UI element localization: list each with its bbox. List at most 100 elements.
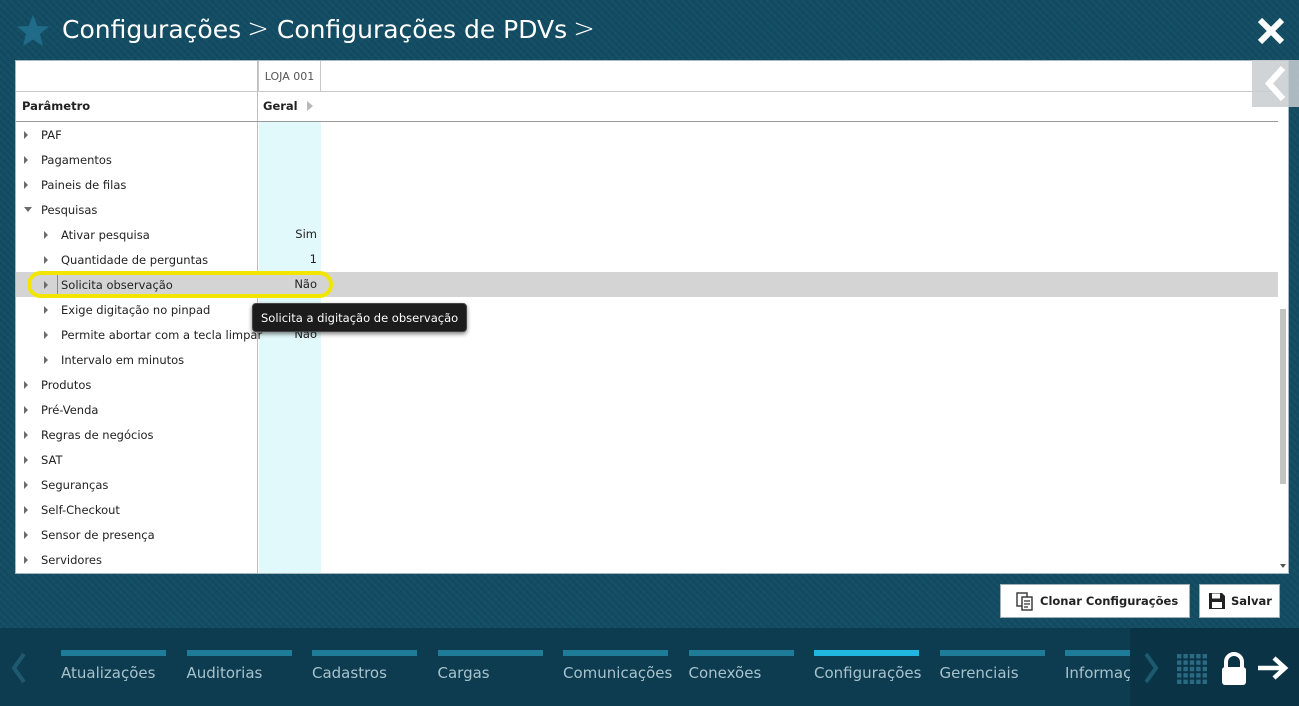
nav-item-bar [563,650,668,656]
row-label: Servidores [41,553,102,567]
collapsed-triangle-icon[interactable] [24,131,28,139]
nav-item-label: Informações [1065,664,1130,682]
star-icon[interactable] [16,14,50,48]
geral-column-header[interactable]: Geral [263,99,313,113]
row-label: Pagamentos [41,153,112,167]
top-header: Configurações > Configurações de PDVs > [0,0,1299,60]
table-row[interactable]: Paineis de filas [16,172,1278,197]
parameters-panel: LOJA 001 Parâmetro Geral PAF Pagamentos Pa… [15,60,1289,574]
nav-item[interactable]: Configurações [814,650,922,690]
collapsed-triangle-icon[interactable] [44,306,48,314]
nav-tools [1130,628,1299,706]
row-label: SAT [41,453,63,467]
table-row[interactable]: Regras de negócios [16,422,1278,447]
table-row[interactable]: Ativar pesquisa Sim [16,222,1278,247]
row-label: Self-Checkout [41,503,120,517]
row-label: Paineis de filas [41,178,127,192]
nav-item-label: Auditorias [186,664,263,682]
row-label: PAF [41,128,62,142]
nav-item-label: Comunicações [563,664,673,682]
scroll-down-icon[interactable] [1280,564,1286,568]
nav-item-bar [939,650,1045,656]
save-icon [1209,593,1225,609]
row-label: Sensor de presença [41,528,155,542]
collapsed-triangle-icon[interactable] [24,531,28,539]
nav-items: Atualizações Auditorias Cadastros Cargas Com… [55,628,1130,706]
nav-item-label: Atualizações [61,664,156,682]
clone-button-label: Clonar Configurações [1040,594,1179,608]
save-button[interactable]: Salvar [1199,584,1280,618]
save-button-label: Salvar [1231,594,1272,608]
row-label: Pré-Venda [41,403,99,417]
collapsed-triangle-icon[interactable] [24,431,28,439]
collapsed-triangle-icon[interactable] [44,231,48,239]
breadcrumb-separator-icon: > [247,14,269,44]
nav-item-label: Gerenciais [939,664,1019,682]
apps-grid-icon[interactable] [1176,653,1208,685]
table-row[interactable]: Permite abortar com a tecla limpar Não [16,322,1278,347]
clone-icon [1016,592,1033,611]
row-label: Produtos [41,378,92,392]
collapsed-triangle-icon[interactable] [24,556,28,564]
breadcrumb-item-configuracoes[interactable]: Configurações [62,15,241,44]
geral-header-label: Geral [263,99,298,113]
table-row[interactable]: Seguranças [16,472,1278,497]
table-row[interactable]: Pagamentos [16,147,1278,172]
nav-item[interactable]: Cargas [437,650,543,690]
table-row[interactable]: Intervalo em minutos [16,347,1278,372]
row-label: Ativar pesquisa [61,228,150,242]
table-row[interactable]: Servidores [16,547,1278,572]
expanded-triangle-icon[interactable] [24,207,32,212]
nav-item[interactable]: Auditorias [186,650,292,690]
table-row[interactable]: Sensor de presença [16,522,1278,547]
collapsed-triangle-icon[interactable] [24,406,28,414]
collapsed-triangle-icon[interactable] [24,156,28,164]
row-label: Permite abortar com a tecla limpar [61,328,263,342]
collapsed-triangle-icon[interactable] [44,256,48,264]
nav-prev-icon[interactable] [8,650,30,686]
table-row[interactable]: Exige digitação no pinpadNão [16,297,1278,322]
collapse-chevron-icon[interactable] [1252,60,1299,107]
table-row[interactable]: Self-Checkout [16,497,1278,522]
nav-item[interactable]: Gerenciais [939,650,1045,690]
clone-configurations-button[interactable]: Clonar Configurações [1000,584,1190,618]
row-value[interactable]: 1 [310,252,317,266]
table-row[interactable]: Pré-Venda [16,397,1278,422]
nav-item-bar [186,650,292,656]
expand-arrow-icon[interactable] [306,101,313,111]
nav-item[interactable]: Conexões [688,650,794,690]
collapsed-triangle-icon[interactable] [24,181,28,189]
bottom-nav: Atualizações Auditorias Cadastros Cargas Com… [0,628,1299,706]
nav-item[interactable]: Atualizações [61,650,166,690]
nav-item-bar [814,650,919,656]
scrollbar-thumb[interactable] [1280,309,1286,484]
breadcrumb-item-configuracoes-pdvs[interactable]: Configurações de PDVs [277,15,567,44]
collapsed-triangle-icon[interactable] [24,456,28,464]
table-row[interactable]: PAF [16,122,1278,147]
row-label: Intervalo em minutos [61,353,185,367]
nav-item-label: Cargas [437,664,490,682]
divider [16,91,1278,92]
nav-item-label: Configurações [814,664,922,682]
nav-item-bar [1065,650,1130,656]
nav-item[interactable]: Comunicações [563,650,672,690]
row-label: Exige digitação no pinpad [61,303,211,317]
table-row[interactable]: Quantidade de perguntas 1 [16,247,1278,272]
nav-item[interactable]: Informações [1065,650,1130,690]
collapsed-triangle-icon[interactable] [44,356,48,364]
table-row[interactable]: Produtos [16,372,1278,397]
table-row[interactable]: Pesquisas [16,197,1278,222]
nav-item-label: Cadastros [312,664,387,682]
collapsed-triangle-icon[interactable] [24,381,28,389]
row-label: Regras de negócios [41,428,154,442]
collapsed-triangle-icon[interactable] [44,331,48,339]
row-value[interactable]: Sim [295,227,317,241]
table-row[interactable]: SAT [16,447,1278,472]
lock-icon[interactable] [1219,652,1249,686]
collapsed-triangle-icon[interactable] [24,481,28,489]
close-icon[interactable] [1254,14,1288,48]
collapsed-triangle-icon[interactable] [24,506,28,514]
nav-next-icon[interactable] [1140,650,1162,686]
exit-arrow-icon[interactable] [1256,654,1290,682]
nav-item[interactable]: Cadastros [312,650,417,690]
